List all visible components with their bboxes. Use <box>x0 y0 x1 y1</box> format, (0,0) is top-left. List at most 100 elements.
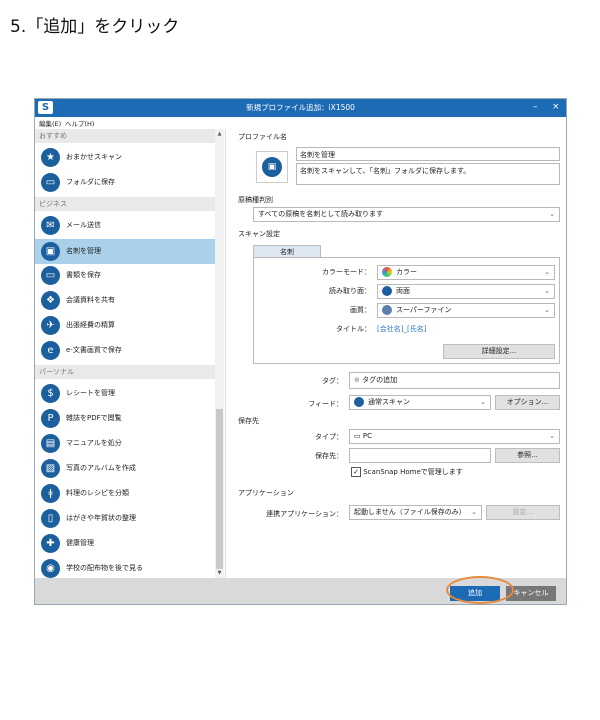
folder-icon: ▭ <box>41 266 60 285</box>
duplex-icon <box>382 286 392 296</box>
profile-name-input[interactable]: 名刺を管理 <box>296 147 560 161</box>
color-mode-label: カラーモード： <box>322 268 371 276</box>
doc-type-dropdown[interactable]: すべての原稿を名刺として読み取ります ⌄ <box>253 207 560 222</box>
sidebar-item-label: マニュアルを処分 <box>66 439 122 447</box>
checkbox-checked-icon[interactable]: ✓ <box>351 467 361 477</box>
business-card-icon: ▣ <box>41 242 60 261</box>
profile-description-input[interactable]: 名刺をスキャンして、「名刺」フォルダに保存します。 <box>296 163 560 185</box>
sidebar-item-expenses[interactable]: ✈ 出張経費の精算 <box>35 313 215 338</box>
profile-name-heading: プロファイル名 <box>238 133 287 141</box>
add-button-highlight-circle <box>446 576 514 604</box>
postcard-icon: ▯ <box>41 509 60 528</box>
feed-icon <box>354 397 364 407</box>
chevron-down-icon: ⌄ <box>549 210 555 218</box>
feed-dropdown[interactable]: 通常スキャン ⌄ <box>349 395 491 410</box>
receipt-icon: $ <box>41 384 60 403</box>
doc-type-heading: 原稿種判別 <box>238 196 273 204</box>
sidebar-item-label: メール送信 <box>66 221 101 229</box>
sidebar-item-photo-album[interactable]: ▨ 写真のアルバムを作成 <box>35 456 215 481</box>
chevron-down-icon: ⌄ <box>544 287 550 295</box>
folder-icon: ▭ <box>41 173 60 192</box>
sidebar-item-label: e-文書画質で保存 <box>66 346 122 354</box>
sidebar-item-manual[interactable]: ▤ マニュアルを処分 <box>35 431 215 456</box>
sidebar-item-label: レシートを管理 <box>66 389 115 397</box>
sidebar-item-label: おまかせスキャン <box>66 153 122 161</box>
sidebar-item-label: 出張経費の精算 <box>66 321 115 329</box>
sidebar-scrollbar[interactable]: ▲ ▼ <box>215 129 224 578</box>
scan-side-label: 読み取り面： <box>329 287 371 295</box>
sidebar-item-email[interactable]: ✉ メール送信 <box>35 213 215 238</box>
sidebar-item-label: 料理のレシピを分類 <box>66 489 129 497</box>
profile-icon-box[interactable]: ▣ <box>256 151 288 183</box>
type-dropdown[interactable]: ▭ PC ⌄ <box>349 429 560 444</box>
scroll-down-icon[interactable]: ▼ <box>215 568 224 578</box>
browse-button[interactable]: 参照... <box>495 448 560 463</box>
title-bar: S 新規プロファイル追加：iX1500 – × <box>35 99 566 117</box>
quality-value: スーパーファイン <box>396 306 452 314</box>
photo-icon: ▨ <box>41 459 60 478</box>
app-settings-button[interactable]: 設定... <box>486 505 560 520</box>
sidebar-item-magazine[interactable]: P 雑誌をPDFで閲覧 <box>35 406 215 431</box>
sidebar-item-label: 会議資料を共有 <box>66 296 115 304</box>
minimize-icon[interactable]: – <box>533 102 538 113</box>
detail-settings-button[interactable]: 詳細設定... <box>443 344 555 359</box>
window-title: 新規プロファイル追加：iX1500 <box>246 103 355 112</box>
color-mode-value: カラー <box>396 268 417 276</box>
close-icon[interactable]: × <box>552 102 560 113</box>
business-card-icon: ▣ <box>262 157 282 177</box>
sidebar-item-auto-scan[interactable]: ★ おまかせスキャン <box>35 145 215 170</box>
feed-value: 通常スキャン <box>368 398 410 406</box>
tag-input[interactable]: ⊕ タグの追加 <box>349 372 560 389</box>
mail-icon: ✉ <box>41 216 60 235</box>
menu-edit[interactable]: 編集(E) <box>39 118 61 128</box>
tag-placeholder: タグの追加 <box>362 376 398 384</box>
sidebar-item-business-card[interactable]: ▣ 名刺を管理 <box>35 239 215 264</box>
magazine-icon: P <box>41 409 60 428</box>
tag-label: タグ： <box>322 377 343 385</box>
save-destination-heading: 保存先 <box>238 417 259 425</box>
quality-dropdown[interactable]: スーパーファイン ⌄ <box>377 303 555 318</box>
save-path-label: 保存先： <box>315 452 343 460</box>
star-icon: ★ <box>41 148 60 167</box>
cutlery-icon: ǂ <box>41 484 60 503</box>
sidebar-item-e-document[interactable]: e e-文書画質で保存 <box>35 338 215 363</box>
scan-side-value: 両面 <box>396 287 410 295</box>
linked-app-dropdown[interactable]: 起動しません（ファイル保存のみ） ⌄ <box>349 505 482 520</box>
scroll-thumb[interactable] <box>216 409 223 569</box>
manage-checkbox[interactable]: ✓ ScanSnap Homeで管理します <box>351 467 463 477</box>
title-value-link[interactable]: [会社名]_[氏名] <box>377 324 426 334</box>
scan-settings-heading: スキャン設定 <box>238 230 280 238</box>
profile-window: S 新規プロファイル追加：iX1500 – × 編集(E) ヘルプ(H) おすす… <box>34 98 567 605</box>
doc-type-value: すべての原稿を名刺として読み取ります <box>258 210 384 218</box>
menu-bar: 編集(E) ヘルプ(H) <box>35 117 566 128</box>
profile-settings-panel: プロファイル名 ▣ 名刺を管理 名刺をスキャンして、「名刺」フォルダに保存します… <box>226 129 566 578</box>
sidebar-item-recipe[interactable]: ǂ 料理のレシピを分類 <box>35 481 215 506</box>
sidebar-item-meeting[interactable]: ❖ 会議資料を共有 <box>35 288 215 313</box>
section-recommended: おすすめ <box>35 129 215 143</box>
sidebar-item-save-folder[interactable]: ▭ フォルダに保存 <box>35 170 215 195</box>
options-button[interactable]: オプション... <box>495 395 560 410</box>
sidebar-item-health[interactable]: ✚ 健康管理 <box>35 531 215 556</box>
color-mode-dropdown[interactable]: カラー ⌄ <box>377 265 555 280</box>
scan-side-dropdown[interactable]: 両面 ⌄ <box>377 284 555 299</box>
save-path-input[interactable] <box>349 448 491 463</box>
menu-help[interactable]: ヘルプ(H) <box>65 118 94 128</box>
feed-label: フィード： <box>308 400 343 408</box>
section-business: ビジネス <box>35 197 215 211</box>
type-value: PC <box>362 432 372 440</box>
chevron-down-icon: ⌄ <box>544 306 550 314</box>
sidebar-item-receipt[interactable]: $ レシートを管理 <box>35 381 215 406</box>
linked-app-label: 連携アプリケーション： <box>266 510 343 518</box>
sidebar-item-label: 写真のアルバムを作成 <box>66 464 136 472</box>
scroll-up-icon[interactable]: ▲ <box>215 129 224 139</box>
sidebar-item-label: フォルダに保存 <box>66 178 115 186</box>
add-tag-icon: ⊕ <box>354 376 363 384</box>
sidebar-item-save-docs[interactable]: ▭ 書類を保存 <box>35 263 215 288</box>
scan-settings-box: カラーモード： カラー ⌄ 読み取り面： 両面 ⌄ 画質： スーパーファイン ⌄… <box>253 257 560 364</box>
sidebar-item-label: 名刺を管理 <box>66 247 101 255</box>
title-label: タイトル： <box>336 325 371 333</box>
chevron-down-icon: ⌄ <box>549 432 555 440</box>
quality-label: 画質： <box>350 306 371 314</box>
type-label: タイプ： <box>315 433 343 441</box>
sidebar-item-postcard[interactable]: ▯ はがきや年賀状の整理 <box>35 506 215 531</box>
